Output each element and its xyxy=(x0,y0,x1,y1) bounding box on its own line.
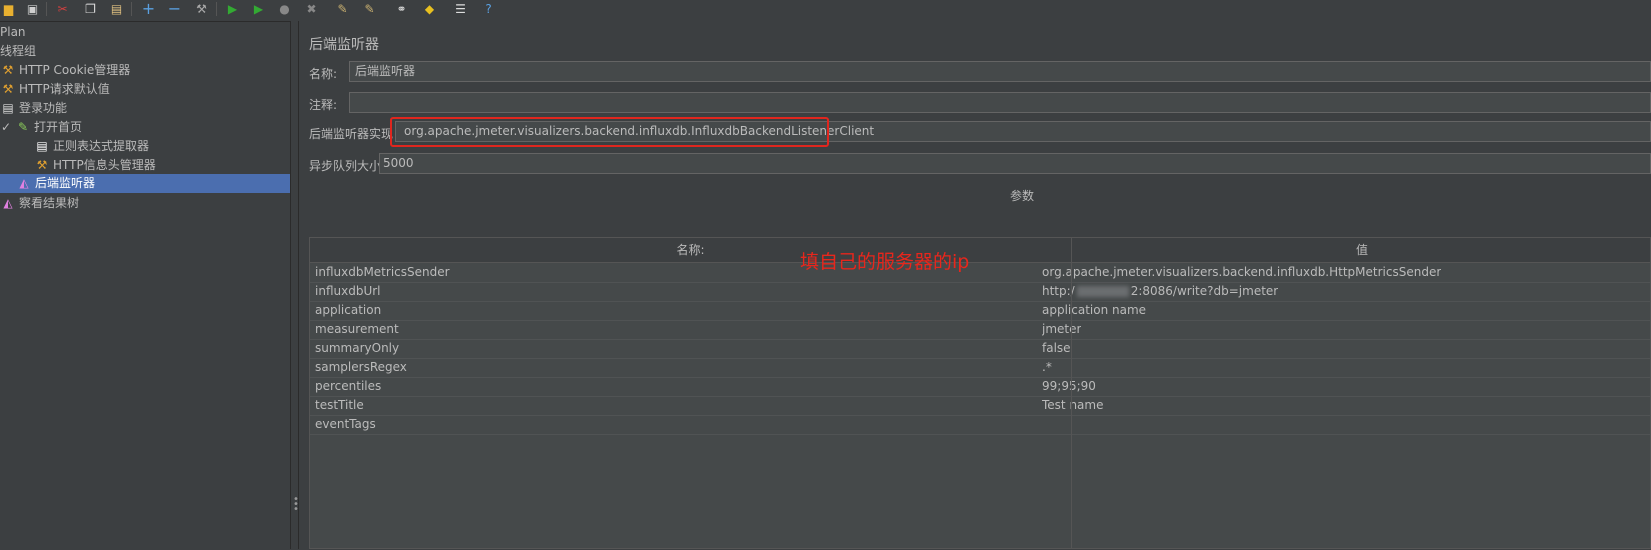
comment-field[interactable] xyxy=(349,92,1651,113)
param-name: influxdbMetricsSender xyxy=(315,265,450,279)
table-row[interactable]: eventTags xyxy=(310,415,1650,435)
params-table: 名称: 值 influxdbMetricsSender org.apache.j… xyxy=(309,237,1651,549)
clear-icon[interactable]: ✎ xyxy=(334,1,351,16)
start-icon[interactable]: ▶ xyxy=(224,1,241,16)
tree-node-cookie-manager[interactable]: ⚒ HTTP Cookie管理器 xyxy=(0,61,131,80)
table-row[interactable]: measurement jmeter xyxy=(310,320,1650,340)
highlight-box xyxy=(390,117,829,147)
param-name: eventTags xyxy=(315,417,376,431)
collapse-icon[interactable]: − xyxy=(166,0,183,18)
name-label: 名称: xyxy=(309,67,338,81)
toolbar-separator xyxy=(216,2,217,16)
param-name: summaryOnly xyxy=(315,341,400,355)
start-no-pause-icon[interactable]: ▶ xyxy=(250,1,267,16)
toolbar-separator xyxy=(131,2,132,16)
param-name: measurement xyxy=(315,322,399,336)
tree-node-login-controller[interactable]: ▤ 登录功能 xyxy=(0,99,67,118)
name-field[interactable]: 后端监听器 xyxy=(349,61,1651,82)
annotation-text: 填自己的服务器的ip xyxy=(800,251,970,273)
cut-icon[interactable]: ✂ xyxy=(54,1,71,16)
param-value: 99;95;90 xyxy=(1042,379,1096,393)
sampler-icon: ✎ xyxy=(17,120,29,134)
function-helper-icon[interactable]: ☰ xyxy=(452,1,469,16)
tree-node-thread-group[interactable]: 线程组 xyxy=(0,42,36,61)
copy-icon[interactable]: ❐ xyxy=(82,1,99,16)
backend-listener-panel: 后端监听器 名称: 后端监听器 注释: 后端监听器实现 org.apache.j… xyxy=(299,21,1651,549)
impl-label: 后端监听器实现 xyxy=(309,127,394,141)
table-row[interactable]: samplersRegex .* xyxy=(310,358,1650,378)
clear-all-icon[interactable]: ✎ xyxy=(361,1,378,16)
column-divider[interactable] xyxy=(1071,238,1072,548)
tree-node-open-home[interactable]: ✓ ✎ 打开首页 xyxy=(0,118,82,137)
open-icon[interactable]: ▆ xyxy=(0,1,17,16)
url-suffix: 2:8086/write?db=jmeter xyxy=(1130,284,1279,298)
table-row[interactable]: testTitle Test name xyxy=(310,396,1650,416)
tree-node-view-results-tree[interactable]: ◭ 察看结果树 xyxy=(0,194,79,213)
save-icon[interactable]: ▣ xyxy=(24,1,41,16)
listener-icon: ◭ xyxy=(19,176,29,190)
param-value: .* xyxy=(1042,360,1052,374)
toggle-icon[interactable]: ⚒ xyxy=(193,1,210,16)
table-row[interactable]: influxdbMetricsSender org.apache.jmeter.… xyxy=(310,263,1650,283)
param-name: samplersRegex xyxy=(315,360,407,374)
page-title: 后端监听器 xyxy=(309,37,379,53)
column-header-value[interactable]: 值 xyxy=(1072,238,1650,263)
shutdown-icon[interactable]: ✖ xyxy=(303,1,320,16)
param-value: false xyxy=(1042,341,1071,355)
wrench-icon: ⚒ xyxy=(2,63,14,77)
tree-node-backend-listener[interactable]: ◭ 后端监听器 xyxy=(0,174,290,193)
chevron-down-icon[interactable]: ✓ xyxy=(0,118,12,137)
redacted-ip xyxy=(1076,286,1129,297)
extractor-icon: ▤ xyxy=(36,139,48,153)
param-name: testTitle xyxy=(315,398,364,412)
expand-icon[interactable]: + xyxy=(140,0,157,18)
table-row[interactable]: percentiles 99;95;90 xyxy=(310,377,1650,397)
toolbar: ▆ ▣ ✂ ❐ ▤ + − ⚒ ▶ ▶ ● ✖ ✎ ✎ ⚭ ◆ ☰ ? xyxy=(0,0,1651,21)
search-icon[interactable]: ⚭ xyxy=(393,1,410,16)
param-value: Test name xyxy=(1042,398,1104,412)
table-row[interactable]: influxdbUrl http:/ 2:8086/write?db=jmeter xyxy=(310,282,1650,302)
queue-size-field[interactable]: 5000 xyxy=(379,153,1651,174)
pane-splitter[interactable] xyxy=(290,21,299,549)
reset-search-icon[interactable]: ◆ xyxy=(421,1,438,16)
listener-icon: ◭ xyxy=(3,196,13,210)
tree-node-regex-extractor[interactable]: ▤ 正则表达式提取器 xyxy=(34,137,149,156)
comment-label: 注释: xyxy=(309,98,338,112)
paste-icon[interactable]: ▤ xyxy=(108,1,125,16)
table-row[interactable]: application application name xyxy=(310,301,1650,321)
wrench-icon: ⚒ xyxy=(2,82,14,96)
help-icon[interactable]: ? xyxy=(480,1,497,16)
controller-icon: ▤ xyxy=(2,101,14,115)
param-name: application xyxy=(315,303,382,317)
param-value: org.apache.jmeter.visualizers.backend.in… xyxy=(1042,265,1442,279)
test-plan-tree: Plan 线程组 ⚒ HTTP Cookie管理器 ⚒ HTTP请求默认值 ▤ 登录功… xyxy=(0,21,290,550)
tree-node-header-manager[interactable]: ⚒ HTTP信息头管理器 xyxy=(34,156,156,175)
wrench-icon: ⚒ xyxy=(36,158,48,172)
toolbar-separator xyxy=(46,2,47,16)
queue-size-label: 异步队列大小 xyxy=(309,159,382,173)
table-row[interactable]: summaryOnly false xyxy=(310,339,1650,359)
tree-node-test-plan[interactable]: Plan xyxy=(0,23,26,42)
stop-icon[interactable]: ● xyxy=(276,1,293,16)
param-value: application name xyxy=(1042,303,1147,317)
params-title: 参数 xyxy=(1010,189,1035,203)
param-value: jmeter xyxy=(1042,322,1082,336)
param-name: influxdbUrl xyxy=(315,284,381,298)
url-prefix: http:/ xyxy=(1042,284,1075,298)
param-value: http:/ 2:8086/write?db=jmeter xyxy=(1042,282,1278,301)
tree-node-http-defaults[interactable]: ⚒ HTTP请求默认值 xyxy=(0,80,110,99)
param-name: percentiles xyxy=(315,379,382,393)
